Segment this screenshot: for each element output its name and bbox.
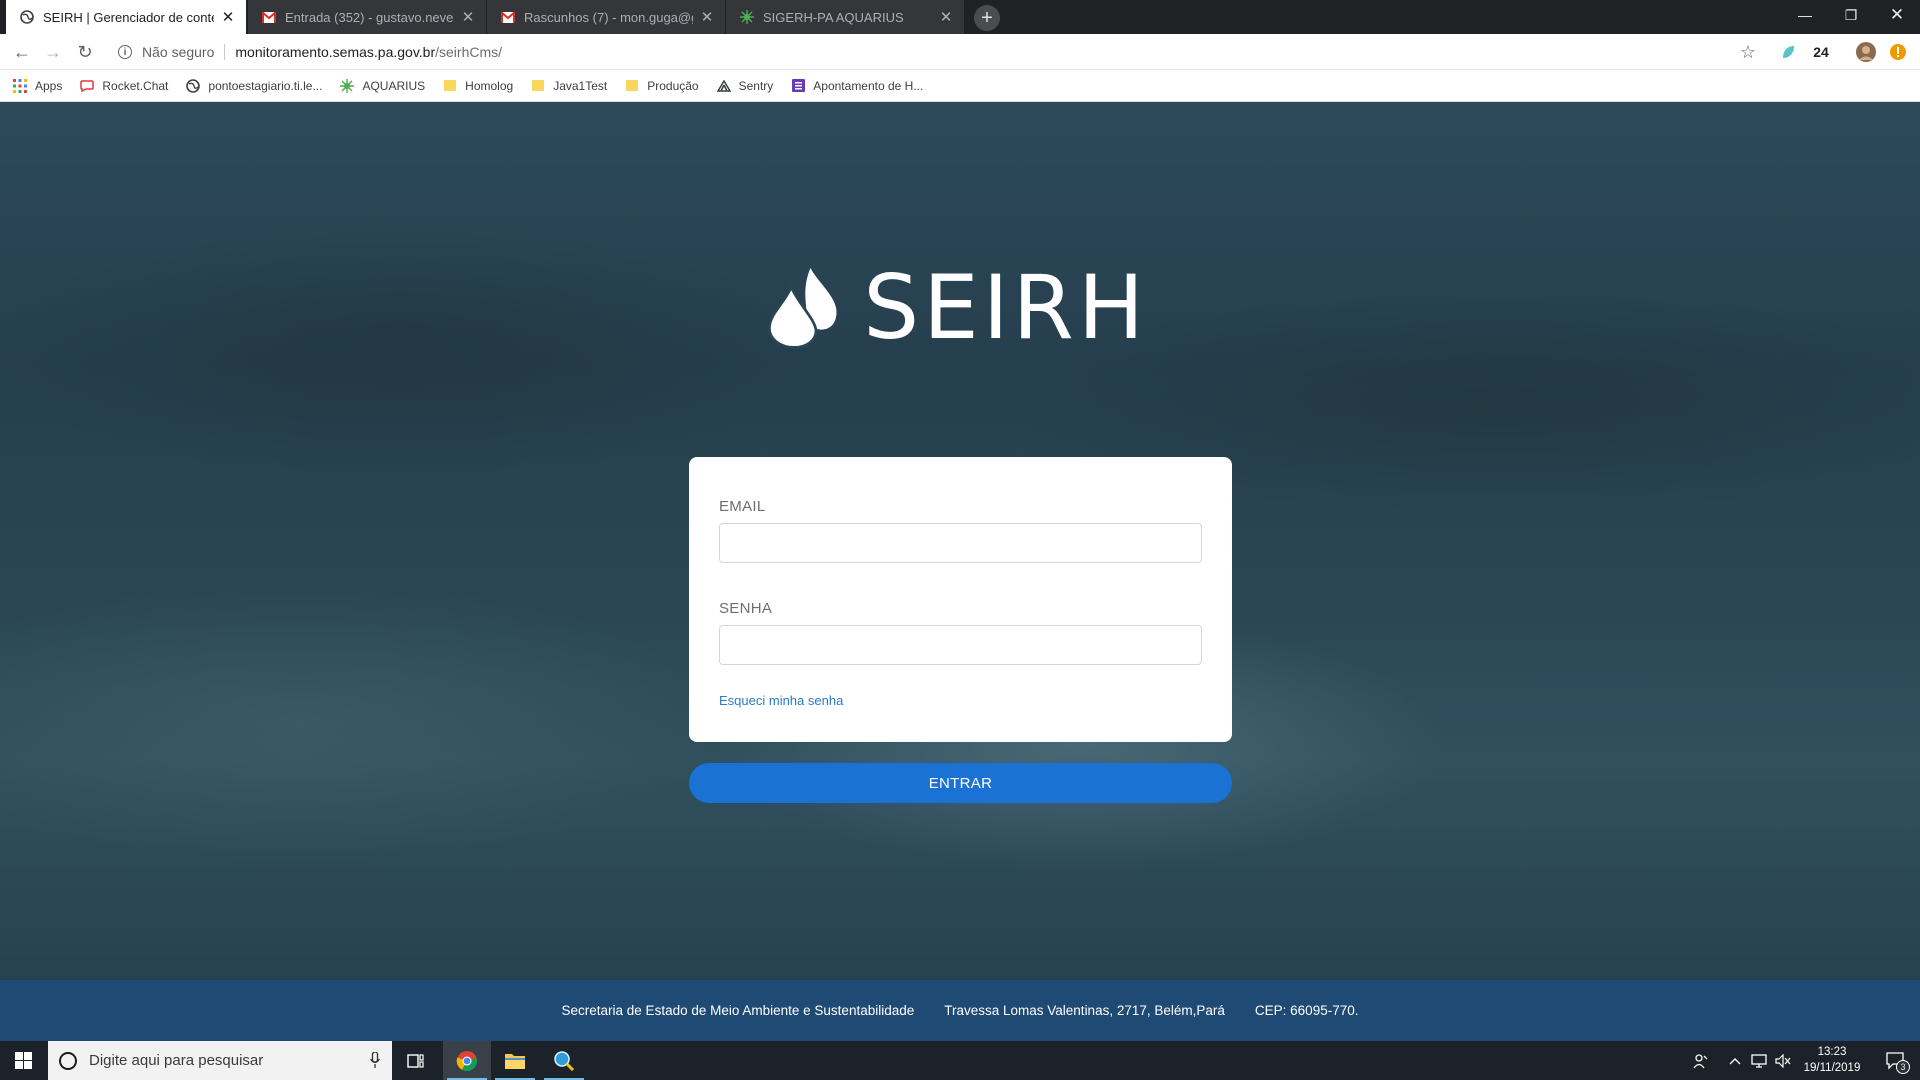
apps-grid-icon: [13, 78, 27, 93]
globe-icon: [20, 10, 34, 24]
taskbar-search-input[interactable]: Digite aqui para pesquisar: [48, 1041, 392, 1080]
new-tab-button[interactable]: +: [974, 5, 1000, 31]
tab-gmail-inbox[interactable]: Entrada (352) - gustavo.neves.lei ✕: [248, 0, 486, 34]
close-icon[interactable]: ✕: [938, 9, 954, 26]
back-arrow-icon[interactable]: ←: [10, 40, 34, 64]
bookmark-aquarius[interactable]: AQUARIUS: [340, 78, 426, 93]
forgot-password-link[interactable]: Esqueci minha senha: [719, 693, 843, 708]
bookmark-label: Java1Test: [553, 78, 608, 93]
water-drops-icon: [768, 267, 837, 349]
tab-title: SIGERH-PA AQUARIUS: [763, 9, 904, 25]
aquarius-icon: [740, 10, 754, 24]
logo-text: SEIRH: [863, 255, 1148, 359]
url-path: /seirhCms/: [435, 44, 503, 60]
clock-time: 13:23: [1817, 1046, 1847, 1058]
bookmark-label: Apps: [35, 78, 63, 93]
sentry-icon: [716, 79, 731, 93]
address-bar[interactable]: i Não seguro monitoramento.semas.pa.gov.…: [110, 38, 1750, 66]
close-icon[interactable]: ✕: [460, 9, 476, 26]
footer-address: Travessa Lomas Valentinas, 2717, Belém,P…: [944, 1003, 1225, 1018]
people-icon[interactable]: [1688, 1041, 1714, 1080]
network-icon[interactable]: [1748, 1041, 1770, 1080]
url-host: monitoramento.semas.pa.gov.br: [235, 44, 436, 60]
windows-start-icon[interactable]: [0, 1041, 46, 1080]
windows-taskbar: Digite aqui para pesquisar 13:23 19/11/2…: [0, 1041, 1920, 1080]
bookmark-label: Produção: [647, 78, 699, 93]
search-placeholder: Digite aqui para pesquisar: [89, 1052, 264, 1069]
divider: [224, 44, 226, 60]
tab-aquarius[interactable]: SIGERH-PA AQUARIUS ✕: [726, 0, 964, 34]
tab-title: Entrada (352) - gustavo.neves.lei: [285, 9, 454, 25]
page-footer: Secretaria de Estado de Meio Ambiente e …: [0, 980, 1920, 1041]
login-button[interactable]: ENTRAR: [689, 763, 1232, 803]
security-label: Não seguro: [142, 44, 215, 60]
search-app-icon[interactable]: [540, 1041, 588, 1080]
browser-tab-strip: SEIRH | Gerenciador de conteúdo ✕ Entrad…: [0, 0, 1920, 34]
tab-title: SEIRH | Gerenciador de conteúdo: [43, 9, 214, 25]
bookmark-rocketchat[interactable]: Rocket.Chat: [80, 79, 168, 93]
password-label: SENHA: [719, 600, 773, 617]
notification-center-icon[interactable]: 3: [1876, 1041, 1916, 1080]
bookmark-homolog[interactable]: Homolog: [443, 79, 513, 93]
aquarius-icon: [340, 78, 355, 93]
footer-cep: CEP: 66095-770.: [1254, 1003, 1359, 1018]
email-label: EMAIL: [719, 498, 766, 515]
folder-icon: [625, 79, 639, 93]
bookmark-label: Sentry: [738, 78, 774, 93]
chevron-up-icon[interactable]: [1724, 1041, 1746, 1080]
tab-title: Rascunhos (7) - mon.guga@gma: [524, 9, 693, 25]
bookmark-label: Apontamento de H...: [813, 78, 924, 93]
avatar[interactable]: [1854, 40, 1878, 64]
minimize-icon[interactable]: —: [1782, 0, 1828, 30]
chrome-taskbar-icon[interactable]: [443, 1041, 491, 1080]
extension-badge[interactable]: 24: [1806, 40, 1836, 64]
bookmark-label: Rocket.Chat: [102, 78, 169, 93]
bookmarks-bar: Apps Rocket.Chat pontoestagiario.ti.le..…: [0, 70, 1920, 102]
globe-icon: [186, 78, 201, 93]
close-icon[interactable]: ✕: [220, 9, 236, 26]
footer-org: Secretaria de Estado de Meio Ambiente e …: [561, 1003, 915, 1018]
gmail-icon: [501, 10, 515, 24]
info-icon[interactable]: i: [118, 45, 132, 59]
browser-toolbar: ← → ↻ i Não seguro monitoramento.semas.p…: [0, 34, 1920, 70]
taskbar-clock[interactable]: 13:23 19/11/2019: [1792, 1044, 1872, 1076]
file-explorer-icon[interactable]: [491, 1041, 539, 1080]
tab-seirh[interactable]: SEIRH | Gerenciador de conteúdo ✕: [6, 0, 246, 34]
bookmark-label: Homolog: [465, 78, 514, 93]
close-icon[interactable]: ✕: [699, 9, 715, 26]
folder-icon: [531, 79, 545, 93]
bookmark-java1test[interactable]: Java1Test: [531, 79, 607, 93]
forward-arrow-icon[interactable]: →: [41, 40, 65, 64]
login-card: EMAIL SENHA Esqueci minha senha: [689, 457, 1232, 742]
bookmark-label: pontoestagiario.ti.le...: [208, 78, 323, 93]
close-window-icon[interactable]: ✕: [1874, 0, 1920, 30]
purple-sheet-icon: [791, 79, 805, 93]
gmail-icon: [262, 10, 276, 24]
bookmark-sentry[interactable]: Sentry: [716, 78, 774, 93]
password-field[interactable]: [719, 625, 1202, 665]
update-alert-icon[interactable]: [1886, 40, 1910, 64]
volume-muted-icon[interactable]: [1772, 1041, 1794, 1080]
microphone-icon[interactable]: [370, 1052, 380, 1068]
seirh-logo: SEIRH: [768, 247, 1148, 367]
task-view-icon[interactable]: [392, 1041, 440, 1080]
tab-gmail-drafts[interactable]: Rascunhos (7) - mon.guga@gma ✕: [487, 0, 725, 34]
bookmark-apps[interactable]: Apps: [13, 78, 63, 93]
email-field[interactable]: [719, 523, 1202, 563]
bookmark-label: AQUARIUS: [362, 78, 426, 93]
folder-icon: [443, 79, 457, 93]
page-content: SEIRH EMAIL SENHA Esqueci minha senha EN…: [0, 102, 1920, 980]
restore-icon[interactable]: ❐: [1828, 0, 1874, 30]
bookmark-apontamento[interactable]: Apontamento de H...: [791, 79, 923, 93]
rocketchat-icon: [80, 79, 95, 93]
bookmark-producao[interactable]: Produção: [625, 78, 699, 93]
notification-count: 3: [1896, 1060, 1910, 1074]
clock-date: 19/11/2019: [1803, 1062, 1861, 1074]
reload-icon[interactable]: ↻: [73, 40, 97, 64]
cortana-icon: [59, 1051, 77, 1070]
bookmark-pontoestagiario[interactable]: pontoestagiario.ti.le...: [186, 79, 322, 93]
extension-leaf-icon[interactable]: [1776, 40, 1800, 64]
bookmark-star-icon[interactable]: ☆: [1736, 40, 1760, 64]
